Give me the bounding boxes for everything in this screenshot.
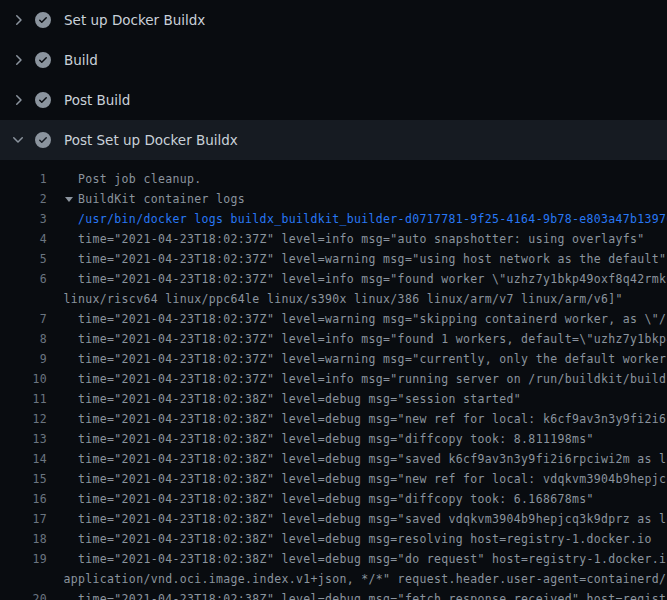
step-header-set-up-docker-buildx[interactable]: Set up Docker Buildx [0,0,667,40]
log-row-wrap: linux/riscv64 linux/ppc64le linux/s390x … [0,289,667,309]
log-group-title[interactable]: BuildKit container logs [64,189,246,209]
step-header-post-set-up-docker-buildx[interactable]: Post Set up Docker Buildx [0,120,667,160]
log-row-13: 13 time="2021-04-23T18:02:38Z" level=deb… [0,429,667,449]
line-number [0,569,47,589]
line-number[interactable]: 5 [0,249,47,269]
line-number[interactable]: 10 [0,369,47,389]
line-number[interactable]: 16 [0,489,47,509]
log-text: time="2021-04-23T18:02:38Z" level=debug … [64,589,667,600]
step-title: Post Build [64,92,130,108]
chevron-right-glyph [10,12,26,28]
log-text: time="2021-04-23T18:02:38Z" level=debug … [64,469,667,489]
check-glyph [35,92,51,108]
log-text: application/vnd.oci.image.index.v1+json,… [64,569,667,589]
line-number[interactable]: 4 [0,229,47,249]
check-circle-icon [35,52,51,68]
chevron-right-icon[interactable] [10,12,26,28]
chevron-right-icon[interactable] [10,52,26,68]
log-text: time="2021-04-23T18:02:37Z" level=warnin… [64,309,667,329]
log-row-6: 6 time="2021-04-23T18:02:37Z" level=info… [0,269,667,289]
chevron-down-glyph [10,132,26,148]
log-row-wrap: application/vnd.oci.image.index.v1+json,… [0,569,667,589]
chevron-down-icon[interactable] [10,132,26,148]
log-row-10: 10 time="2021-04-23T18:02:37Z" level=inf… [0,369,667,389]
log-text: time="2021-04-23T18:02:37Z" level=warnin… [64,249,667,269]
log-text: time="2021-04-23T18:02:38Z" level=debug … [64,489,594,509]
log-row-15: 15 time="2021-04-23T18:02:38Z" level=deb… [0,469,667,489]
log-row-18: 18 time="2021-04-23T18:02:38Z" level=deb… [0,529,667,549]
log-row-9: 9 time="2021-04-23T18:02:37Z" level=warn… [0,349,667,369]
line-number[interactable]: 14 [0,449,47,469]
check-glyph [35,132,51,148]
steps-list: Set up Docker Buildx Build Post Build Post … [0,0,667,160]
log-text: time="2021-04-23T18:02:37Z" level=info m… [64,229,645,249]
step-title: Set up Docker Buildx [64,12,205,28]
log-row-20: 20 time="2021-04-23T18:02:38Z" level=deb… [0,589,667,600]
check-circle-icon [35,92,51,108]
log-row-7: 7 time="2021-04-23T18:02:37Z" level=warn… [0,309,667,329]
log-row-11: 11 time="2021-04-23T18:02:38Z" level=deb… [0,389,667,409]
line-number[interactable]: 2 [0,189,47,209]
group-collapse-triangle-icon[interactable] [65,197,73,202]
log-text: Post job cleanup. [64,169,202,189]
log-row-5: 5 time="2021-04-23T18:02:37Z" level=warn… [0,249,667,269]
log-text: time="2021-04-23T18:02:38Z" level=debug … [64,429,594,449]
step-title: Post Set up Docker Buildx [64,132,238,148]
log-row-16: 16 time="2021-04-23T18:02:38Z" level=deb… [0,489,667,509]
line-number[interactable]: 3 [0,209,47,229]
line-number[interactable]: 9 [0,349,47,369]
line-number [0,289,47,309]
chevron-right-glyph [10,92,26,108]
log-text: time="2021-04-23T18:02:38Z" level=debug … [64,389,522,409]
line-number[interactable]: 20 [0,589,47,600]
check-circle-icon [35,132,51,148]
check-glyph [35,12,51,28]
log-text: time="2021-04-23T18:02:38Z" level=debug … [64,529,652,549]
check-circle-icon [35,12,51,28]
log-text: time="2021-04-23T18:02:38Z" level=debug … [64,509,667,529]
log-text: linux/riscv64 linux/ppc64le linux/s390x … [64,289,623,309]
line-number[interactable]: 6 [0,269,47,289]
log-text: time="2021-04-23T18:02:38Z" level=debug … [64,409,667,429]
log-row-8: 8 time="2021-04-23T18:02:37Z" level=info… [0,329,667,349]
log-row-14: 14 time="2021-04-23T18:02:38Z" level=deb… [0,449,667,469]
line-number[interactable]: 18 [0,529,47,549]
log-text: time="2021-04-23T18:02:38Z" level=debug … [64,549,667,569]
line-number[interactable]: 12 [0,409,47,429]
log-row-2: 2 BuildKit container logs [0,189,667,209]
line-number[interactable]: 13 [0,429,47,449]
log-command-text: /usr/bin/docker logs buildx_buildkit_bui… [64,209,667,229]
log-row-17: 17 time="2021-04-23T18:02:38Z" level=deb… [0,509,667,529]
line-number[interactable]: 11 [0,389,47,409]
log-row-19: 19 time="2021-04-23T18:02:38Z" level=deb… [0,549,667,569]
line-number[interactable]: 19 [0,549,47,569]
chevron-right-icon[interactable] [10,92,26,108]
log-text: time="2021-04-23T18:02:37Z" level=info m… [64,269,667,289]
step-header-build[interactable]: Build [0,40,667,80]
log-output: 1 Post job cleanup.2 BuildKit container … [0,160,667,600]
line-number[interactable]: 1 [0,169,47,189]
log-text: time="2021-04-23T18:02:37Z" level=info m… [64,369,667,389]
log-row-4: 4 time="2021-04-23T18:02:37Z" level=info… [0,229,667,249]
log-text: time="2021-04-23T18:02:37Z" level=info m… [64,329,667,349]
line-number[interactable]: 7 [0,309,47,329]
line-number[interactable]: 17 [0,509,47,529]
step-title: Build [64,52,98,68]
check-glyph [35,52,51,68]
log-row-1: 1 Post job cleanup. [0,169,667,189]
log-text: time="2021-04-23T18:02:37Z" level=warnin… [64,349,667,369]
log-text: time="2021-04-23T18:02:38Z" level=debug … [64,449,667,469]
log-row-12: 12 time="2021-04-23T18:02:38Z" level=deb… [0,409,667,429]
log-row-3: 3 /usr/bin/docker logs buildx_buildkit_b… [0,209,667,229]
chevron-right-glyph [10,52,26,68]
step-header-post-build[interactable]: Post Build [0,80,667,120]
line-number[interactable]: 15 [0,469,47,489]
line-number[interactable]: 8 [0,329,47,349]
